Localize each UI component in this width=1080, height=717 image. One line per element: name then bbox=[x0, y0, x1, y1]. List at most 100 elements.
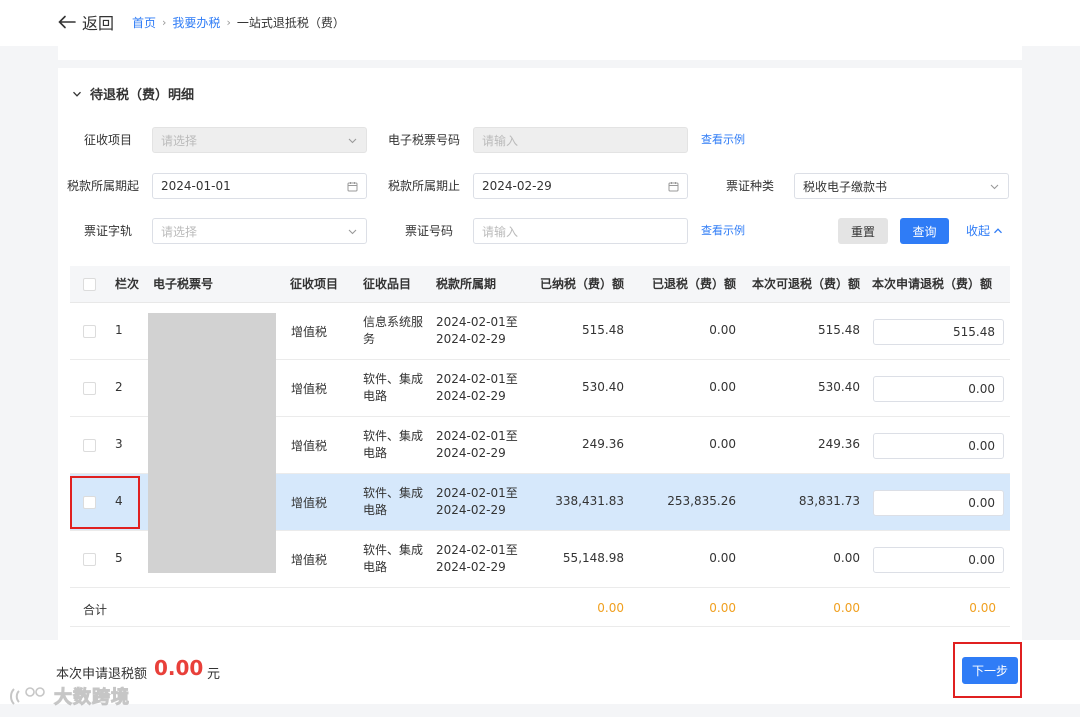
chevron-up-icon bbox=[994, 228, 1002, 234]
row-no: 4 bbox=[115, 494, 123, 508]
row-checkbox[interactable] bbox=[83, 439, 96, 452]
chevron-down-icon bbox=[348, 229, 357, 235]
table-header: 栏次 电子税票号 征收项目 征收品目 税款所属期 已纳税（费）额 已退税（费）额… bbox=[70, 266, 1010, 303]
voucher-word-placeholder: 请选择 bbox=[161, 224, 198, 239]
row-checkbox[interactable] bbox=[83, 496, 96, 509]
row-period-line1: 2024-02-01至 bbox=[436, 486, 518, 500]
row-refunded: 0.00 bbox=[709, 380, 736, 394]
row-item-line2: 电路 bbox=[363, 560, 388, 574]
row-item-line1: 软件、集成 bbox=[363, 372, 424, 386]
row-item-line2: 电路 bbox=[363, 389, 388, 403]
row-refundable: 83,831.73 bbox=[798, 494, 860, 508]
row-period-line2: 2024-02-29 bbox=[436, 503, 506, 517]
chevron-right-icon: › bbox=[162, 16, 167, 29]
watermark-logo-icon bbox=[10, 687, 45, 705]
voucher-word-select[interactable]: 请选择 bbox=[152, 218, 367, 244]
total-paid: 0.00 bbox=[597, 601, 624, 615]
row-period-line1: 2024-02-01至 bbox=[436, 429, 518, 443]
section-toggle[interactable]: 待退税（费）明细 bbox=[72, 84, 194, 103]
voucher-type-select[interactable]: 税收电子缴款书 bbox=[794, 173, 1009, 199]
period-start-label: 税款所属期起 bbox=[66, 179, 139, 193]
row-period-line2: 2024-02-29 bbox=[436, 446, 506, 460]
row-no: 3 bbox=[115, 437, 123, 451]
collapse-button[interactable]: 收起 bbox=[966, 219, 1003, 243]
row-checkbox[interactable] bbox=[83, 553, 96, 566]
period-start-input[interactable]: 2024-01-01 bbox=[152, 173, 367, 199]
row-period-line1: 2024-02-01至 bbox=[436, 543, 518, 557]
voucher-no-input[interactable]: 请输入 bbox=[473, 218, 688, 244]
e-ticket-no-input[interactable]: 请输入 bbox=[473, 127, 688, 153]
back-button[interactable]: 返回 bbox=[58, 10, 114, 34]
col-header-refundable: 本次可退税（费）额 bbox=[751, 277, 860, 291]
row-levy: 增值税 bbox=[291, 553, 328, 567]
period-end-value: 2024-02-29 bbox=[482, 179, 552, 193]
col-header-levy: 征收项目 bbox=[290, 277, 339, 291]
watermark: 大数跨境 bbox=[8, 683, 130, 709]
total-label: 合计 bbox=[83, 603, 108, 617]
row-no: 5 bbox=[115, 551, 123, 565]
row-item-line2: 电路 bbox=[363, 446, 388, 460]
chevron-right-icon: › bbox=[226, 16, 231, 29]
row-refunded: 0.00 bbox=[709, 323, 736, 337]
voucher-word-label: 票证字轨 bbox=[83, 224, 132, 238]
apply-amount-input[interactable]: 0.00 bbox=[873, 376, 1004, 402]
levy-item-select[interactable]: 请选择 bbox=[152, 127, 367, 153]
apply-amount-input[interactable]: 515.48 bbox=[873, 319, 1004, 345]
col-header-period: 税款所属期 bbox=[436, 277, 497, 291]
footer-total-label: 本次申请退税额 bbox=[56, 667, 148, 682]
e-ticket-no-label: 电子税票号码 bbox=[387, 133, 460, 147]
total-refundable: 0.00 bbox=[833, 601, 860, 615]
col-header-ticket: 电子税票号 bbox=[153, 277, 214, 291]
view-example-link[interactable]: 查看示例 bbox=[701, 219, 745, 243]
period-end-input[interactable]: 2024-02-29 bbox=[473, 173, 688, 199]
voucher-no-placeholder: 请输入 bbox=[482, 224, 519, 239]
next-step-button[interactable]: 下一步 bbox=[962, 657, 1018, 684]
row-refundable: 249.36 bbox=[818, 437, 860, 451]
row-item-line1: 软件、集成 bbox=[363, 486, 424, 500]
apply-amount-input[interactable]: 0.00 bbox=[873, 433, 1004, 459]
section-title: 待退税（费）明细 bbox=[90, 88, 195, 103]
row-paid: 338,431.83 bbox=[555, 494, 624, 508]
row-paid: 515.48 bbox=[582, 323, 624, 337]
view-example-link[interactable]: 查看示例 bbox=[701, 128, 745, 152]
row-item-line1: 软件、集成 bbox=[363, 429, 424, 443]
breadcrumb-current: 一站式退抵税（费） bbox=[236, 16, 345, 30]
row-period-line1: 2024-02-01至 bbox=[436, 372, 518, 386]
row-levy: 增值税 bbox=[291, 496, 328, 510]
col-header-no: 栏次 bbox=[115, 277, 140, 291]
redacted-ticket-numbers bbox=[148, 313, 276, 573]
row-paid: 55,148.98 bbox=[562, 551, 624, 565]
row-paid: 249.36 bbox=[582, 437, 624, 451]
total-apply: 0.00 bbox=[969, 601, 996, 615]
period-start-value: 2024-01-01 bbox=[161, 179, 231, 193]
breadcrumb: 首页 › 我要办税 › 一站式退抵税（费） bbox=[132, 14, 345, 31]
row-no: 1 bbox=[115, 323, 123, 337]
row-no: 2 bbox=[115, 380, 123, 394]
row-refundable: 0.00 bbox=[833, 551, 860, 565]
row-refunded: 0.00 bbox=[709, 437, 736, 451]
row-item-line2: 电路 bbox=[363, 503, 388, 517]
row-period-line2: 2024-02-29 bbox=[436, 389, 506, 403]
row-checkbox[interactable] bbox=[83, 325, 96, 338]
reset-button[interactable]: 重置 bbox=[838, 218, 888, 244]
e-ticket-no-placeholder: 请输入 bbox=[482, 133, 519, 148]
footer-total-amount: 0.00 bbox=[154, 656, 204, 680]
col-header-item: 征收品目 bbox=[363, 277, 412, 291]
row-checkbox[interactable] bbox=[83, 382, 96, 395]
watermark-text: 大数跨境 bbox=[54, 687, 130, 709]
period-end-label: 税款所属期止 bbox=[387, 179, 460, 193]
col-header-paid: 已纳税（费）额 bbox=[539, 277, 624, 291]
voucher-type-label: 票证种类 bbox=[725, 179, 774, 193]
breadcrumb-home[interactable]: 首页 bbox=[132, 14, 156, 31]
chevron-down-icon bbox=[990, 184, 999, 190]
select-all-checkbox[interactable] bbox=[83, 278, 96, 291]
voucher-no-label: 票证号码 bbox=[404, 224, 453, 238]
apply-amount-input[interactable]: 0.00 bbox=[873, 490, 1004, 516]
row-levy: 增值税 bbox=[291, 325, 328, 339]
apply-amount-input[interactable]: 0.00 bbox=[873, 547, 1004, 573]
row-refundable: 515.48 bbox=[818, 323, 860, 337]
query-button[interactable]: 查询 bbox=[900, 218, 949, 244]
breadcrumb-tax[interactable]: 我要办税 bbox=[172, 14, 220, 31]
row-refundable: 530.40 bbox=[818, 380, 860, 394]
calendar-icon bbox=[347, 182, 358, 192]
